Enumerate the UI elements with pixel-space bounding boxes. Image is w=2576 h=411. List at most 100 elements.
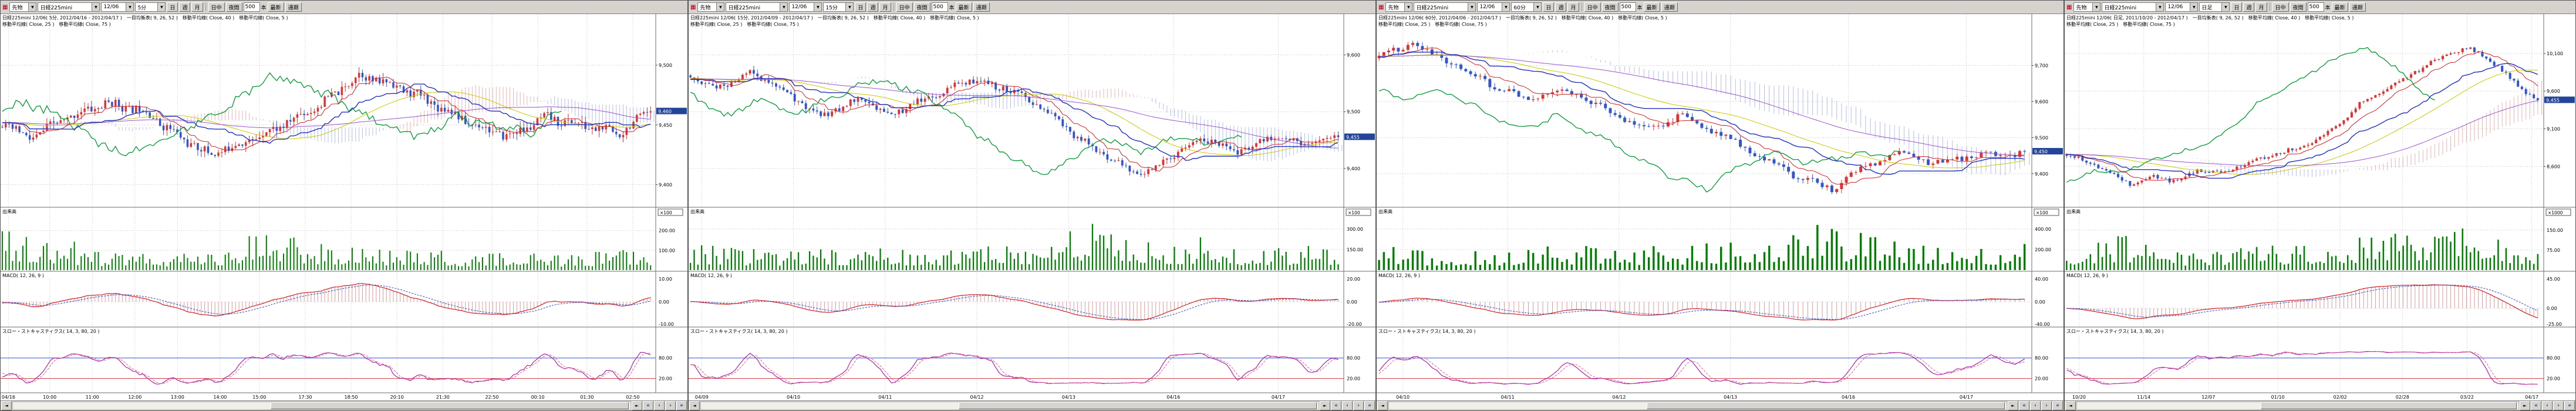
scrollbar-track[interactable] [12, 402, 631, 410]
contract-select[interactable]: 12/06 ▼ [101, 2, 134, 12]
nav-first-button[interactable]: « [2019, 401, 2029, 410]
period-week-button[interactable]: 週 [1555, 2, 1566, 12]
bar-count-suffix: 本 [949, 4, 955, 11]
symbol-value: 日経225mini [2104, 4, 2136, 11]
scrollbar-thumb[interactable] [271, 402, 629, 409]
scroll-right-button[interactable]: ► [2008, 401, 2018, 410]
latest-button[interactable]: 最新 [2332, 2, 2348, 12]
timeframe-select[interactable]: 60分 ▼ [1511, 2, 1542, 12]
nav-last-button[interactable]: » [1364, 401, 1375, 410]
scrollbar-thumb[interactable] [1647, 402, 2005, 409]
session-day-button[interactable]: 日中 [2272, 2, 2289, 12]
svg-text:14:00: 14:00 [213, 395, 227, 400]
scrollbar-thumb[interactable] [2261, 402, 2517, 409]
svg-text:スロー・ストキャスティクス( 14, 3, 80, 20 ): スロー・ストキャスティクス( 14, 3, 80, 20 ) [2, 329, 100, 334]
nav-next-button[interactable]: › [1353, 401, 1364, 410]
scroll-right-button[interactable]: ► [1320, 401, 1330, 410]
nav-prev-button[interactable]: ‹ [2542, 401, 2553, 410]
full-period-button[interactable]: 通期 [2349, 2, 2366, 12]
panel-toolbar: ▦ 先物 ▼ 日経225mini ▼ 12/06 ▼ 60分 ▼ 日 週 月 日… [1377, 1, 2064, 14]
period-week-button[interactable]: 週 [179, 2, 190, 12]
full-period-button[interactable]: 通期 [973, 2, 990, 12]
nav-first-button[interactable]: « [643, 401, 653, 410]
scrollbar-thumb[interactable] [959, 402, 1317, 409]
timeframe-select[interactable]: 日足 ▼ [2199, 2, 2230, 12]
svg-text:04/16: 04/16 [1166, 395, 1180, 400]
session-day-button[interactable]: 日中 [896, 2, 913, 12]
chart-canvas[interactable]: 04/0904/1004/1104/1204/1304/1604/179,600… [689, 14, 1375, 400]
scrollbar-track[interactable] [700, 402, 1319, 410]
category-select[interactable]: 先物 ▼ [9, 2, 36, 12]
category-select[interactable]: 先物 ▼ [697, 2, 724, 12]
session-night-button[interactable]: 夜間 [1602, 2, 1619, 12]
chart-canvas[interactable]: 10/2011/1412/0701/1002/0202/2803/2204/17… [2065, 14, 2575, 400]
period-week-button[interactable]: 週 [867, 2, 878, 12]
scrollbar-track[interactable] [1388, 402, 2007, 410]
scrollbar-track[interactable] [2076, 402, 2519, 410]
period-day-button[interactable]: 日 [1543, 2, 1554, 12]
category-select[interactable]: 先物 ▼ [2073, 2, 2100, 12]
nav-last-button[interactable]: » [2052, 401, 2063, 410]
scroll-left-button[interactable]: ◄ [2065, 401, 2076, 410]
session-night-button[interactable]: 夜間 [226, 2, 242, 12]
timeframe-select[interactable]: 5分 ▼ [135, 2, 166, 12]
svg-text:9,500: 9,500 [659, 63, 672, 68]
symbol-select[interactable]: 日経225mini ▼ [726, 2, 788, 12]
latest-button[interactable]: 最新 [956, 2, 972, 12]
nav-last-button[interactable]: » [676, 401, 687, 410]
contract-select[interactable]: 12/06 ▼ [789, 2, 822, 12]
panel-toolbar: ▦ 先物 ▼ 日経225mini ▼ 12/06 ▼ 5分 ▼ 日 週 月 日中… [1, 1, 687, 14]
latest-button[interactable]: 最新 [268, 2, 284, 12]
period-day-button[interactable]: 日 [855, 2, 866, 12]
period-month-button[interactable]: 月 [879, 2, 891, 12]
scroll-right-button[interactable]: ► [2520, 401, 2530, 410]
nav-next-button[interactable]: › [2553, 401, 2564, 410]
session-day-button[interactable]: 日中 [1584, 2, 1601, 12]
nav-first-button[interactable]: « [2531, 401, 2541, 410]
symbol-select[interactable]: 日経225mini ▼ [38, 2, 100, 12]
symbol-select[interactable]: 日経225mini ▼ [1414, 2, 1476, 12]
chart-canvas[interactable]: 04/1004/1104/1204/1304/1604/179,7009,600… [1377, 14, 2064, 400]
scroll-left-button[interactable]: ◄ [1, 401, 12, 410]
svg-text:13:00: 13:00 [171, 395, 184, 400]
nav-prev-button[interactable]: ‹ [2030, 401, 2041, 410]
nav-prev-button[interactable]: ‹ [1342, 401, 1353, 410]
horizontal-scrollbar: ◄ ► « ‹ › » [2065, 400, 2575, 410]
session-night-button[interactable]: 夜間 [914, 2, 930, 12]
period-month-button[interactable]: 月 [191, 2, 203, 12]
contract-select[interactable]: 12/06 ▼ [2165, 2, 2198, 12]
scroll-left-button[interactable]: ◄ [1377, 401, 1388, 410]
session-day-button[interactable]: 日中 [208, 2, 225, 12]
session-night-button[interactable]: 夜間 [2290, 2, 2307, 12]
chart-canvas[interactable]: 04/1610:0011:0012:0013:0014:0015:0017:30… [1, 14, 687, 400]
svg-text:-40.00: -40.00 [2035, 322, 2050, 327]
scroll-left-button[interactable]: ◄ [689, 401, 700, 410]
latest-button[interactable]: 最新 [1644, 2, 1660, 12]
svg-text:04/12: 04/12 [970, 395, 984, 400]
nav-first-button[interactable]: « [1331, 401, 1341, 410]
nav-next-button[interactable]: › [2041, 401, 2052, 410]
bar-count-input[interactable] [932, 2, 948, 12]
svg-text:04/13: 04/13 [1724, 395, 1737, 400]
svg-text:20.00: 20.00 [1347, 376, 1360, 382]
period-day-button[interactable]: 日 [2231, 2, 2242, 12]
bar-count-input[interactable] [1620, 2, 1636, 12]
scroll-right-button[interactable]: ► [632, 401, 642, 410]
period-month-button[interactable]: 月 [2255, 2, 2267, 12]
category-select[interactable]: 先物 ▼ [1385, 2, 1412, 12]
contract-select[interactable]: 12/06 ▼ [1477, 2, 1510, 12]
timeframe-select[interactable]: 15分 ▼ [823, 2, 854, 12]
full-period-button[interactable]: 通期 [1661, 2, 1678, 12]
period-week-button[interactable]: 週 [2243, 2, 2254, 12]
nav-next-button[interactable]: › [665, 401, 676, 410]
nav-last-button[interactable]: » [2564, 401, 2575, 410]
period-month-button[interactable]: 月 [1567, 2, 1579, 12]
symbol-select[interactable]: 日経225mini ▼ [2102, 2, 2164, 12]
bar-count-input[interactable] [244, 2, 260, 12]
panel-toolbar: ▦ 先物 ▼ 日経225mini ▼ 12/06 ▼ 日足 ▼ 日 週 月 日中… [2065, 1, 2575, 14]
category-dropdown-icon: ▼ [716, 3, 724, 11]
period-day-button[interactable]: 日 [167, 2, 178, 12]
nav-prev-button[interactable]: ‹ [654, 401, 665, 410]
full-period-button[interactable]: 通期 [285, 2, 302, 12]
bar-count-input[interactable] [2308, 2, 2324, 12]
